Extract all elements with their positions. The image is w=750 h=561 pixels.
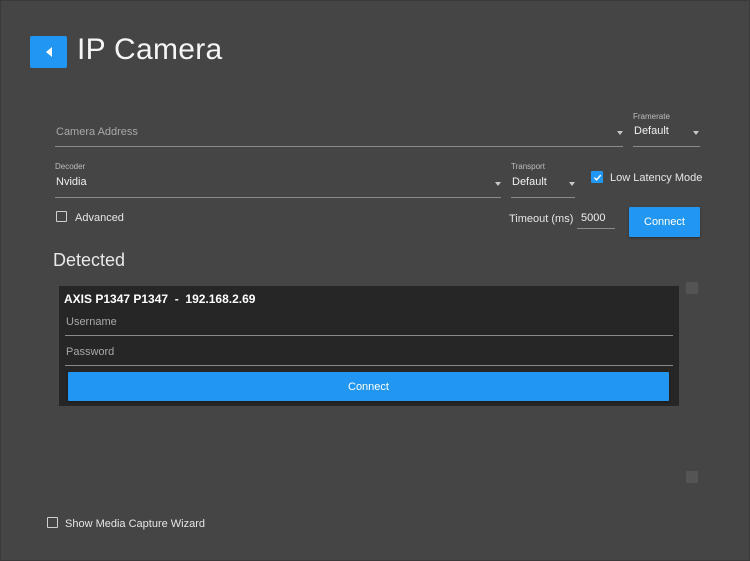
timeout-value: 5000 — [581, 212, 606, 224]
page-title: IP Camera — [77, 33, 223, 66]
chevron-down-icon — [495, 182, 501, 186]
detected-device-card: AXIS P1347 P1347 - 192.168.2.69 Username… — [59, 286, 679, 406]
connect-button[interactable]: Connect — [629, 207, 700, 237]
advanced-checkbox[interactable] — [56, 211, 67, 222]
transport-select[interactable]: Transport Default — [511, 162, 575, 198]
device-connect-button[interactable]: Connect — [68, 372, 669, 401]
show-wizard-checkbox[interactable] — [47, 517, 58, 528]
field-underline — [577, 228, 615, 229]
low-latency-checkbox[interactable] — [591, 171, 603, 183]
camera-address-combobox[interactable]: Camera Address — [55, 119, 623, 147]
chevron-down-icon — [569, 182, 575, 186]
transport-value: Default — [512, 176, 547, 188]
decoder-value: Nvidia — [56, 176, 87, 188]
advanced-label: Advanced — [75, 212, 124, 224]
username-placeholder: Username — [66, 316, 117, 328]
ip-camera-window: IP Camera Camera Address Framerate Defau… — [0, 0, 750, 561]
grid-icon[interactable] — [686, 471, 698, 483]
detected-heading: Detected — [53, 250, 126, 270]
framerate-label: Framerate — [633, 112, 670, 121]
transport-label: Transport — [511, 162, 545, 171]
checkmark-icon — [593, 174, 601, 181]
field-underline — [65, 365, 673, 366]
username-field[interactable]: Username — [65, 310, 673, 336]
decoder-label: Decoder — [55, 162, 86, 171]
field-underline — [633, 146, 700, 147]
timeout-label: Timeout (ms) — [509, 213, 574, 225]
field-underline — [511, 197, 575, 198]
decoder-select[interactable]: Decoder Nvidia — [55, 162, 501, 198]
field-underline — [55, 146, 623, 147]
framerate-value: Default — [634, 125, 669, 137]
framerate-select[interactable]: Framerate Default — [633, 111, 700, 147]
timeout-input[interactable]: 5000 — [577, 207, 615, 229]
chevron-down-icon — [617, 131, 623, 135]
chevron-down-icon — [693, 131, 699, 135]
field-underline — [55, 197, 501, 198]
device-name: AXIS P1347 P1347 - 192.168.2.69 — [64, 292, 256, 306]
low-latency-label: Low Latency Mode — [610, 172, 703, 184]
show-wizard-label: Show Media Capture Wizard — [65, 518, 206, 530]
back-button[interactable] — [30, 36, 67, 68]
back-arrow-icon — [45, 47, 52, 57]
password-placeholder: Password — [66, 346, 115, 358]
password-field[interactable]: Password — [65, 340, 673, 366]
camera-address-placeholder: Camera Address — [56, 126, 138, 138]
field-underline — [65, 335, 673, 336]
grid-icon[interactable] — [686, 282, 698, 294]
